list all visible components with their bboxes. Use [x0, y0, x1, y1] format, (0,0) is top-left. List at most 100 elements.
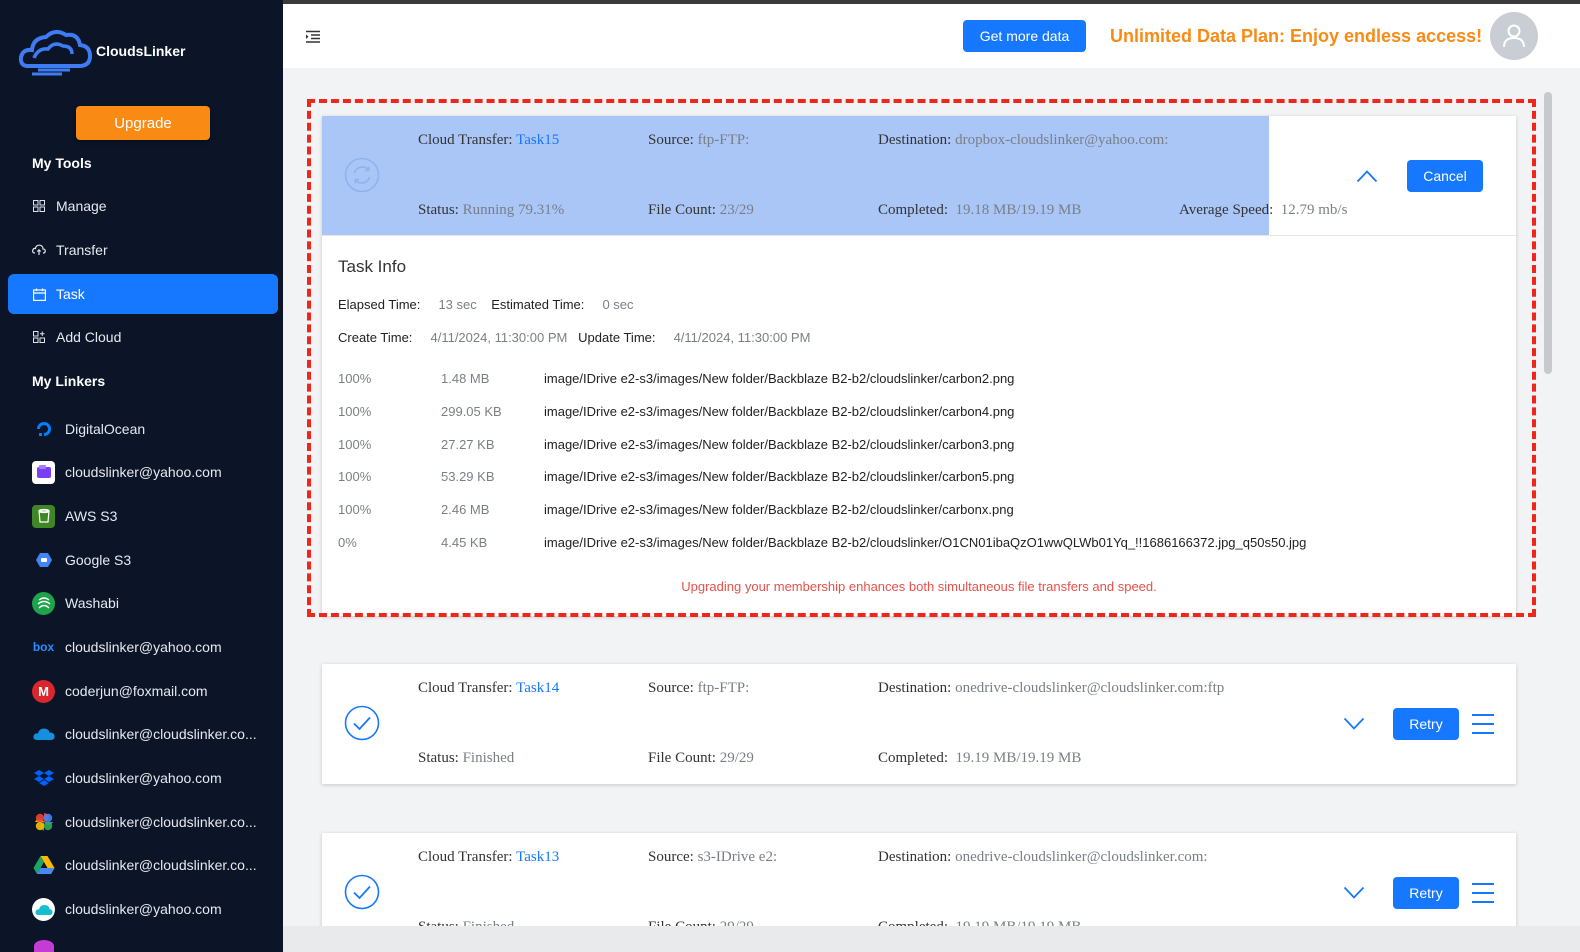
task-card-task15: Cloud Transfer: Task15 Source: ftp-FTP: … [322, 116, 1516, 616]
google-cloud-icon [32, 549, 55, 572]
linker-box[interactable]: box cloudslinker@yahoo.com [32, 634, 272, 660]
sidebar-item-task[interactable]: Task [8, 274, 278, 314]
promo-text[interactable]: Unlimited Data Plan: Enjoy endless acces… [1110, 26, 1482, 47]
retry-button[interactable]: Retry [1393, 708, 1459, 740]
menu-icon[interactable] [1471, 713, 1495, 740]
linker-yahoo[interactable]: cloudslinker@yahoo.com [32, 459, 272, 485]
cancel-button[interactable]: Cancel [1407, 160, 1483, 192]
chevron-down-icon[interactable] [1343, 717, 1365, 736]
completed-label: Completed: [878, 202, 948, 218]
file-progress: 100% [338, 404, 372, 419]
chevron-down-icon[interactable] [1343, 886, 1365, 905]
linker-onedrive[interactable]: cloudslinker@cloudslinker.co... [32, 721, 272, 747]
divider [322, 235, 1516, 236]
avatar[interactable] [1490, 12, 1538, 60]
status-value: Running 79.31% [462, 202, 565, 218]
linker-aws-s3[interactable]: AWS S3 [32, 503, 272, 529]
elapsed-time-value: 13 sec [438, 297, 477, 312]
destination-label: Destination: [878, 849, 952, 865]
check-circle-icon [344, 705, 380, 741]
create-time-value: 4/11/2024, 11:30:00 PM [430, 330, 568, 345]
menu-fold-icon[interactable] [305, 30, 321, 49]
mega-icon: M [32, 679, 55, 703]
file-progress: 100% [338, 502, 372, 517]
bottom-bar-overlay [283, 926, 1580, 952]
file-path: image/IDrive e2-s3/images/New folder/Bac… [544, 535, 1307, 550]
linker-label: Washabi [65, 595, 119, 611]
file-progress: 0% [338, 535, 357, 550]
linker-mega[interactable]: M coderjun@foxmail.com [32, 678, 272, 704]
box-icon: box [32, 640, 55, 654]
upgrade-notice: Upgrading your membership enhances both … [681, 579, 1157, 594]
task-name-link[interactable]: Task13 [516, 849, 559, 865]
google-drive-icon [32, 854, 55, 877]
cloud-logo-icon [18, 30, 92, 76]
linker-label: cloudslinker@yahoo.com [65, 901, 222, 917]
task-name-link[interactable]: Task14 [516, 680, 559, 696]
linker-google-s3[interactable]: Google S3 [32, 547, 272, 573]
sidebar-item-label: Manage [56, 198, 107, 214]
wasabi-icon [32, 591, 55, 615]
linker-label: DigitalOcean [65, 421, 146, 437]
file-path: image/IDrive e2-s3/images/New folder/Bac… [544, 371, 1015, 386]
create-time-label: Create Time: [338, 330, 413, 345]
linker-google-photos[interactable]: cloudslinker@cloudslinker.co... [32, 809, 272, 835]
chevron-up-icon[interactable] [1356, 169, 1378, 188]
top-header: Get more data Unlimited Data Plan: Enjoy… [283, 0, 1580, 68]
dropbox-icon [32, 767, 55, 790]
linker-label: cloudslinker@cloudslinker.co... [65, 814, 257, 830]
retry-button[interactable]: Retry [1393, 877, 1459, 909]
linker-label: coderjun@foxmail.com [65, 683, 208, 699]
file-size: 299.05 KB [441, 404, 502, 419]
sidebar-item-transfer[interactable]: Transfer [8, 230, 278, 270]
scrollbar-thumb[interactable] [1544, 92, 1552, 374]
file-size: 4.45 KB [441, 535, 488, 550]
linker-label: AWS S3 [65, 508, 118, 524]
linker-google-drive[interactable]: cloudslinker@cloudslinker.co... [32, 852, 272, 878]
grid-icon [32, 199, 46, 213]
menu-icon[interactable] [1471, 882, 1495, 909]
onedrive-icon [32, 723, 55, 746]
sidebar-item-manage[interactable]: Manage [8, 186, 278, 226]
app-name: CloudsLinker [96, 43, 186, 59]
app-logo[interactable]: CloudsLinker [18, 24, 185, 78]
cloud-transfer-label: Cloud Transfer: [418, 132, 513, 148]
digitalocean-icon [32, 418, 55, 441]
partial-linker-icon [34, 940, 54, 952]
file-path: image/IDrive e2-s3/images/New folder/Bac… [544, 437, 1015, 452]
linker-wasabi[interactable]: Washabi [32, 590, 272, 616]
task-card-task14: Cloud Transfer: Task14 Source: ftp-FTP: … [322, 664, 1516, 784]
sidebar-item-add-cloud[interactable]: Add Cloud [8, 317, 278, 357]
completed-label: Completed: [878, 750, 948, 766]
status-label: Status: [418, 750, 459, 766]
upgrade-button[interactable]: Upgrade [76, 106, 210, 140]
destination-value: onedrive-cloudslinker@cloudslinker.com:f… [955, 680, 1225, 696]
calendar-icon [32, 287, 46, 301]
source-value: s3-IDrive e2: [697, 849, 778, 865]
file-size: 2.46 MB [441, 502, 490, 517]
pcloud-icon [32, 897, 55, 921]
linker-pcloud[interactable]: cloudslinker@yahoo.com [32, 896, 272, 922]
check-circle-icon [344, 874, 380, 910]
file-size: 27.27 KB [441, 437, 495, 452]
average-speed-label: Average Speed: [1179, 202, 1274, 218]
task-name-link[interactable]: Task15 [516, 132, 559, 148]
my-tools-heading: My Tools [32, 155, 92, 171]
file-count-label: File Count: [648, 750, 716, 766]
user-icon [1503, 24, 1525, 48]
cloud-transfer-label: Cloud Transfer: [418, 680, 513, 696]
average-speed-value: 12.79 mb/s [1280, 202, 1348, 218]
file-count-value: 23/29 [719, 202, 754, 218]
linker-label: cloudslinker@yahoo.com [65, 464, 222, 480]
source-value: ftp-FTP: [697, 680, 750, 696]
linker-label: cloudslinker@cloudslinker.co... [65, 726, 257, 742]
linker-digitalocean[interactable]: DigitalOcean [32, 416, 272, 442]
task-info-title: Task Info [338, 257, 407, 276]
yahoo-icon [32, 460, 55, 484]
file-path: image/IDrive e2-s3/images/New folder/Bac… [544, 404, 1015, 419]
get-more-data-button[interactable]: Get more data [963, 20, 1086, 52]
cloud-transfer-label: Cloud Transfer: [418, 849, 513, 865]
linker-dropbox[interactable]: cloudslinker@yahoo.com [32, 765, 272, 791]
source-label: Source: [648, 132, 694, 148]
status-label: Status: [418, 202, 459, 218]
